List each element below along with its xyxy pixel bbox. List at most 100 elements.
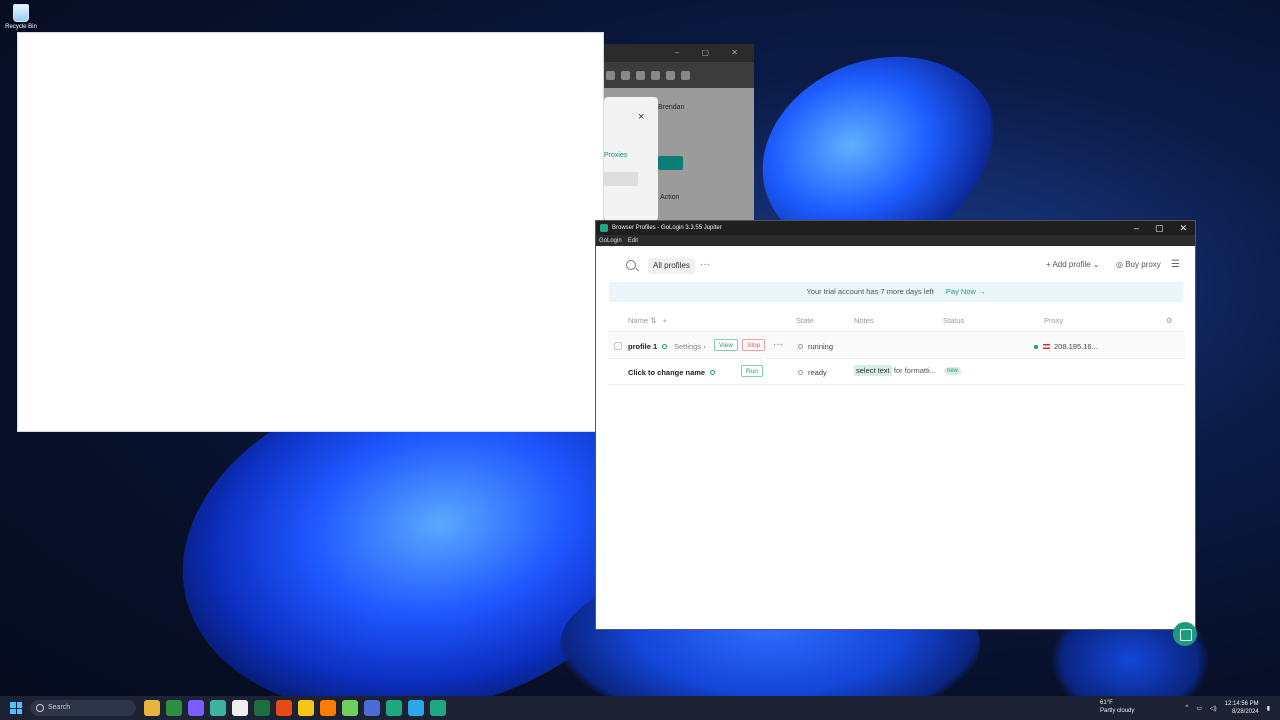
windows-start-icon[interactable] bbox=[10, 702, 22, 714]
teal-button[interactable] bbox=[658, 156, 683, 170]
discord-icon[interactable] bbox=[188, 700, 204, 716]
network-icon[interactable]: ▭ bbox=[1196, 705, 1202, 712]
file-explorer-icon[interactable] bbox=[144, 700, 160, 716]
app-icon[interactable] bbox=[430, 700, 446, 716]
app-icon[interactable] bbox=[298, 700, 314, 716]
stop-button[interactable]: Stop bbox=[742, 339, 766, 351]
profiles-panel: All profiles ··· + Add profile ⌄ ◎ Buy p… bbox=[608, 246, 1197, 646]
extension-icon[interactable] bbox=[606, 70, 615, 80]
chevron-up-icon[interactable]: ^ bbox=[1186, 705, 1189, 711]
background-browser-window[interactable]: – ▢ ✕ × Proxies Brendan Action bbox=[598, 44, 754, 221]
app-icon[interactable] bbox=[342, 700, 358, 716]
background-dialog: × Proxies bbox=[604, 97, 658, 221]
close-icon[interactable]: × bbox=[638, 111, 644, 123]
search-icon[interactable] bbox=[626, 260, 636, 270]
notes-cell[interactable]: select text for formatti... bbox=[854, 365, 936, 376]
us-flag-icon bbox=[1043, 344, 1050, 349]
buy-proxy-label: Buy proxy bbox=[1125, 260, 1161, 269]
minimize-icon[interactable]: – bbox=[1134, 221, 1139, 235]
clock-date: 8/28/2024 bbox=[1231, 709, 1259, 715]
chrome-icon[interactable] bbox=[276, 700, 292, 716]
close-icon[interactable]: ✕ bbox=[1179, 221, 1187, 235]
proxy-status-dot bbox=[1034, 345, 1038, 349]
clock-time: 12:14:56 PM bbox=[1224, 701, 1259, 707]
gologin-taskbar-icon[interactable] bbox=[386, 700, 402, 716]
status-dot-icon bbox=[710, 370, 716, 375]
table-row[interactable]: profile 1 Settings › View Stop ··· runni… bbox=[608, 333, 1185, 359]
column-settings-icon[interactable]: ⚙ bbox=[1166, 316, 1173, 325]
settings-link[interactable]: Settings › bbox=[674, 342, 706, 351]
browser-toolbar bbox=[598, 62, 754, 88]
status-badge: new bbox=[944, 367, 962, 375]
maximize-icon[interactable]: ▢ bbox=[1155, 221, 1164, 235]
title-bar[interactable]: Browser Profiles - GoLogin 3.3.55 Jupite… bbox=[596, 221, 1195, 235]
proxies-link[interactable]: Proxies bbox=[604, 152, 627, 159]
app-icon[interactable] bbox=[320, 700, 336, 716]
gologin-logo-icon bbox=[600, 224, 608, 232]
window-title: Browser Profiles - GoLogin 3.3.55 Jupite… bbox=[612, 225, 722, 231]
row-checkbox[interactable] bbox=[614, 342, 622, 350]
menu-edit[interactable]: Edit bbox=[628, 238, 638, 244]
taskbar-search[interactable]: Search bbox=[30, 700, 136, 716]
col-status[interactable]: Status bbox=[943, 316, 964, 325]
app-icon[interactable] bbox=[232, 700, 248, 716]
table-row[interactable]: Click to change name Run ready select te… bbox=[608, 359, 1185, 385]
window-controls: – ▢ ✕ bbox=[1134, 221, 1187, 235]
add-profile-button[interactable]: + Add profile ⌄ bbox=[1046, 260, 1100, 269]
menu-gologin[interactable]: GoLogin bbox=[599, 238, 622, 244]
col-name[interactable]: Name ⇅ + bbox=[628, 316, 667, 325]
state-dot-icon bbox=[798, 344, 803, 349]
profiles-toolbar: All profiles ··· + Add profile ⌄ ◎ Buy p… bbox=[608, 258, 1185, 274]
globe-icon: ◎ bbox=[1116, 260, 1126, 269]
extension-icon[interactable] bbox=[666, 70, 675, 80]
profile-name[interactable]: profile 1 bbox=[628, 342, 668, 351]
desktop-icon-label: Recycle Bin bbox=[5, 24, 37, 30]
view-button[interactable]: View bbox=[714, 339, 738, 351]
more-options-icon[interactable]: ··· bbox=[700, 258, 710, 272]
weather-widget[interactable]: 61°F Partly cloudy bbox=[1100, 699, 1134, 715]
action-column-label: Action bbox=[660, 194, 680, 201]
trial-text: Your trial account has 7 more days left bbox=[806, 287, 934, 296]
state-cell: running bbox=[798, 342, 833, 351]
clock[interactable]: 12:14:56 PM 8/28/2024 bbox=[1225, 700, 1259, 716]
col-proxy[interactable]: Proxy bbox=[1044, 316, 1063, 325]
dialog-select[interactable] bbox=[604, 172, 638, 186]
col-state[interactable]: State bbox=[796, 316, 814, 325]
menu-icon[interactable]: ☰ bbox=[1171, 259, 1180, 270]
state-cell: ready bbox=[798, 368, 827, 377]
app-icon[interactable] bbox=[210, 700, 226, 716]
trial-banner: Your trial account has 7 more days left … bbox=[609, 282, 1183, 302]
app-icon[interactable] bbox=[364, 700, 380, 716]
taskbar-apps bbox=[144, 700, 446, 716]
run-button[interactable]: Run bbox=[741, 365, 763, 377]
extension-icon[interactable] bbox=[621, 70, 630, 80]
telegram-icon[interactable] bbox=[408, 700, 424, 716]
window-controls: – ▢ ✕ bbox=[598, 44, 754, 62]
taskbar: Search 61°F Partly cloudy ^ ▭ ◁) 12:14:5… bbox=[0, 696, 1280, 720]
user-label[interactable]: Brendan bbox=[658, 104, 684, 111]
tab-all-profiles[interactable]: All profiles bbox=[648, 258, 695, 274]
extension-icon[interactable] bbox=[636, 70, 645, 80]
menu-bar: GoLogin Edit bbox=[596, 235, 1195, 246]
state-dot-icon bbox=[798, 370, 803, 375]
excel-icon[interactable] bbox=[254, 700, 270, 716]
weather-desc: Partly cloudy bbox=[1100, 708, 1135, 714]
blank-window[interactable] bbox=[17, 32, 604, 432]
app-icon[interactable] bbox=[166, 700, 182, 716]
buy-proxy-button[interactable]: ◎ Buy proxy bbox=[1116, 260, 1161, 269]
profile-avatar[interactable] bbox=[681, 70, 690, 80]
desktop-recycle-bin[interactable]: Recycle Bin bbox=[4, 4, 38, 30]
recycle-bin-icon bbox=[13, 4, 29, 22]
volume-icon[interactable]: ◁) bbox=[1210, 705, 1217, 712]
table-header: Name ⇅ + State Notes Status Proxy ⚙ bbox=[608, 308, 1185, 332]
support-chat-button[interactable] bbox=[1173, 622, 1197, 646]
profile-name[interactable]: Click to change name bbox=[628, 368, 716, 377]
extension-icon[interactable] bbox=[651, 70, 660, 80]
status-dot-icon bbox=[662, 344, 668, 349]
row-more-icon[interactable]: ··· bbox=[773, 339, 783, 350]
pay-now-link[interactable]: Pay Now → bbox=[946, 287, 986, 296]
col-notes[interactable]: Notes bbox=[854, 316, 874, 325]
notification-icon[interactable]: ▮ bbox=[1267, 705, 1270, 712]
proxy-cell[interactable]: 208.195.16... bbox=[1034, 342, 1098, 351]
gologin-window[interactable]: Browser Profiles - GoLogin 3.3.55 Jupite… bbox=[595, 220, 1197, 646]
